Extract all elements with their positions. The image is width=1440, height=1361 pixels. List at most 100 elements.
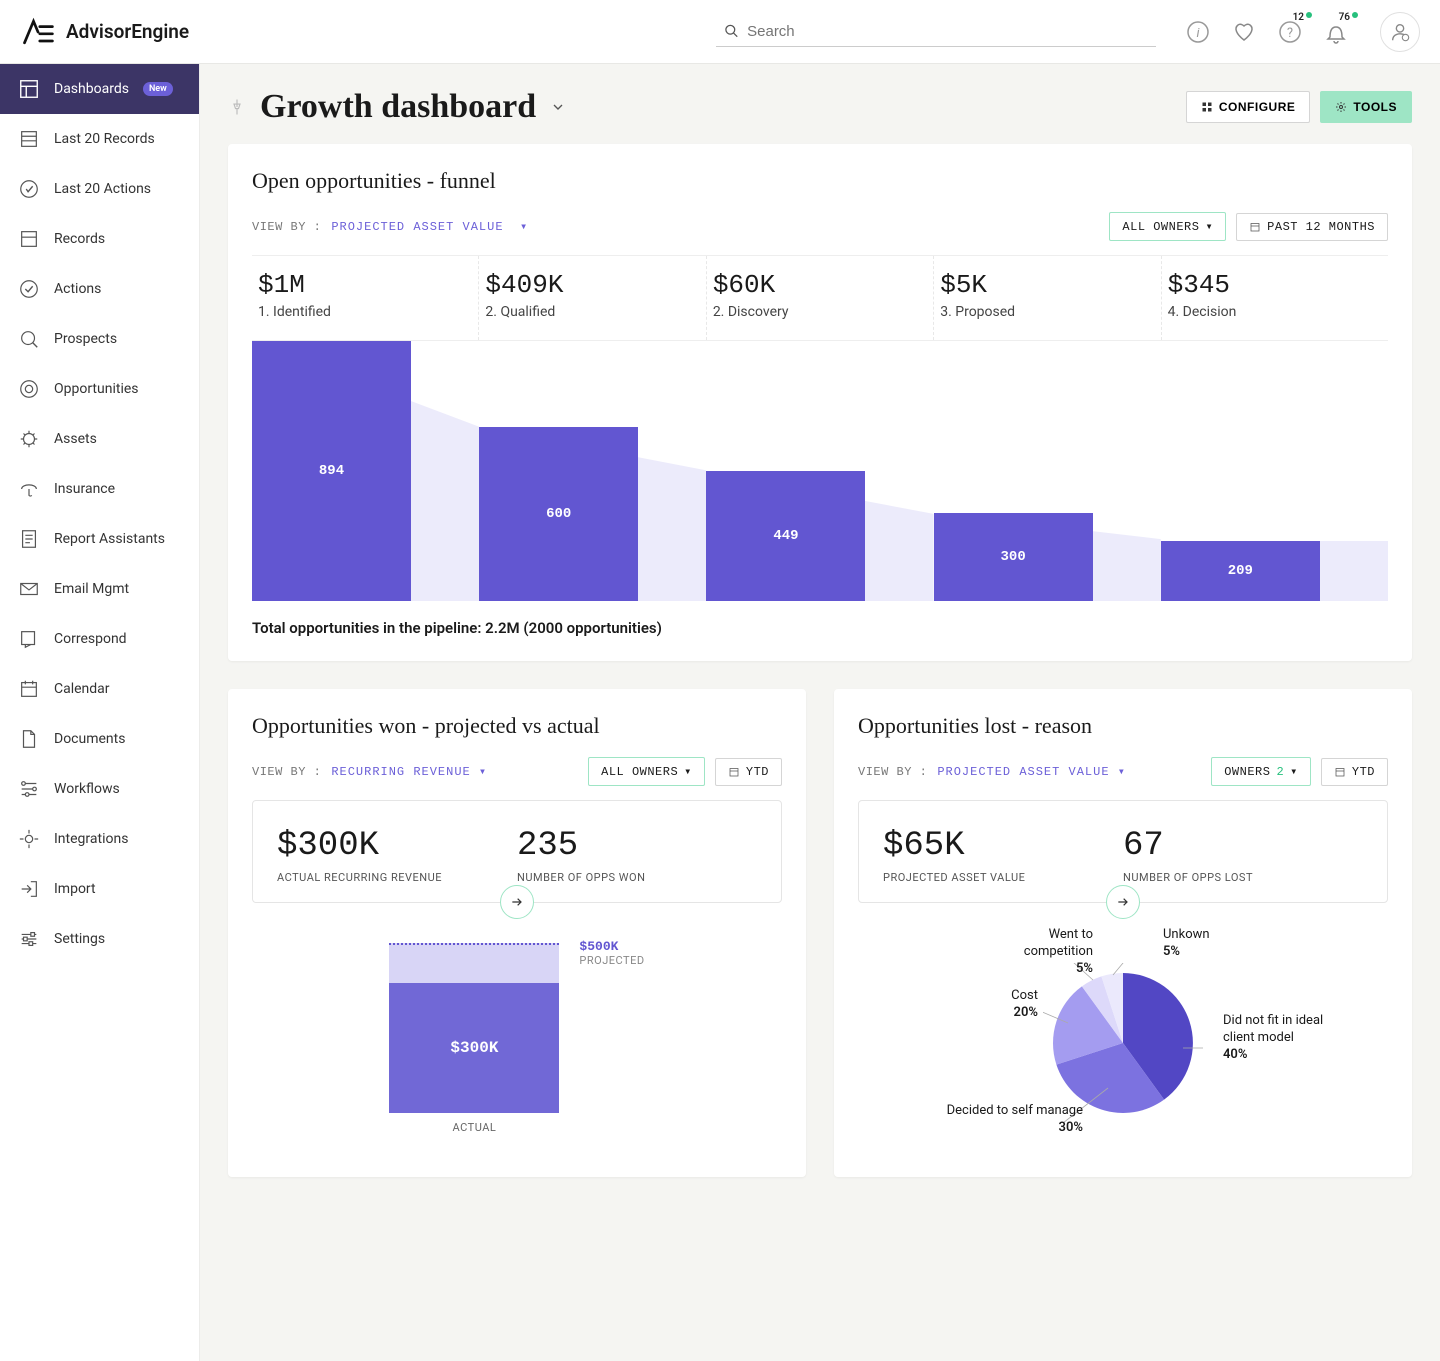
search-icon [724, 23, 739, 39]
sidebar-item-label: Actions [54, 281, 101, 297]
pin-icon[interactable] [228, 98, 246, 116]
calendar-icon [728, 766, 740, 778]
sidebar-item-settings[interactable]: Settings [0, 914, 199, 964]
sidebar-item-emailmgmt[interactable]: Email Mgmt [0, 564, 199, 614]
won-count: 235 [517, 827, 757, 865]
pie-label-fit: Did not fit in ideal client model40% [1223, 1013, 1333, 1064]
help-icon[interactable]: ? 12 [1278, 20, 1302, 44]
dashboard-icon [18, 78, 40, 100]
won-kpi-box: $300K ACTUAL RECURRING REVENUE 235 NUMBE… [252, 800, 782, 903]
gear-icon [1335, 101, 1347, 113]
sidebar-item-records[interactable]: Records [0, 214, 199, 264]
document-icon [18, 728, 40, 750]
sidebar-item-opportunities[interactable]: Opportunities [0, 364, 199, 414]
lost-count: 67 [1123, 827, 1363, 865]
actual-bar: $300K [389, 983, 559, 1113]
user-avatar[interactable] [1380, 12, 1420, 52]
configure-label: CONFIGURE [1219, 100, 1296, 114]
view-by-label: VIEW BY : [252, 765, 321, 779]
sidebar-item-calendar[interactable]: Calendar [0, 664, 199, 714]
owners-dropdown[interactable]: ALL OWNERS ▾ [1109, 212, 1226, 241]
page-title: Growth dashboard [260, 88, 536, 126]
won-range-dropdown[interactable]: YTD [715, 758, 782, 786]
global-search[interactable] [716, 17, 1156, 47]
sidebar-item-label: Integrations [54, 831, 128, 847]
expand-button[interactable] [500, 885, 534, 919]
actions-icon [18, 178, 40, 200]
pie-label-self: Decided to self manage30% [903, 1103, 1083, 1137]
date-range-dropdown[interactable]: PAST 12 MONTHS [1236, 213, 1388, 241]
lost-asset-value-label: PROJECTED ASSET VALUE [883, 871, 1123, 884]
won-title: Opportunities won - projected vs actual [252, 713, 782, 739]
lost-title: Opportunities lost - reason [858, 713, 1388, 739]
sidebar-item-workflows[interactable]: Workflows [0, 764, 199, 814]
pipeline-total: Total opportunities in the pipeline: 2.2… [252, 619, 1388, 637]
sidebar-item-actions[interactable]: Actions [0, 264, 199, 314]
sidebar-item-assets[interactable]: Assets [0, 414, 199, 464]
sidebar-item-label: Settings [54, 931, 105, 947]
arrow-right-icon [509, 894, 525, 910]
sidebar-item-label: Correspond [54, 631, 127, 647]
won-owners-dropdown[interactable]: ALL OWNERS ▾ [588, 757, 705, 786]
lost-owners-dropdown[interactable]: OWNERS 2 ▾ [1211, 757, 1311, 786]
sidebar-item-label: Email Mgmt [54, 581, 129, 597]
actual-caption: ACTUAL [389, 1121, 559, 1134]
lost-range-dropdown[interactable]: YTD [1321, 758, 1388, 786]
records-icon [18, 128, 40, 150]
search-input[interactable] [747, 23, 1148, 40]
sidebar-item-reportassistants[interactable]: Report Assistants [0, 514, 199, 564]
brand-logo: AdvisorEngine [20, 14, 189, 50]
heart-icon[interactable] [1232, 20, 1256, 44]
opportunities-won-card: Opportunities won - projected vs actual … [228, 689, 806, 1177]
lost-kpi-box: $65K PROJECTED ASSET VALUE 67 NUMBER OF … [858, 800, 1388, 903]
settings-icon [18, 928, 40, 950]
search-user-icon [18, 328, 40, 350]
chevron-down-icon[interactable] [550, 99, 566, 115]
assets-icon [18, 428, 40, 450]
svg-text:i: i [1196, 26, 1200, 41]
import-icon [18, 878, 40, 900]
correspond-icon [18, 628, 40, 650]
funnel-stage-2: $409K 2. Qualified [479, 256, 706, 340]
mail-icon [18, 578, 40, 600]
sidebar-item-last20actions[interactable]: Last 20 Actions [0, 164, 199, 214]
arrow-right-icon [1115, 894, 1131, 910]
topbar: AdvisorEngine i ? 12 76 [0, 0, 1440, 64]
sidebar-item-label: Calendar [54, 681, 110, 697]
won-viewby-dropdown[interactable]: RECURRING REVENUE ▾ [331, 764, 487, 779]
target-icon [18, 378, 40, 400]
sidebar-item-prospects[interactable]: Prospects [0, 314, 199, 364]
sidebar: Dashboards New Last 20 Records Last 20 A… [0, 64, 200, 1361]
sidebar-item-label: Opportunities [54, 381, 139, 397]
logo-icon [20, 14, 56, 50]
records2-icon [18, 228, 40, 250]
funnel-card: Open opportunities - funnel VIEW BY : PR… [228, 144, 1412, 661]
new-badge: New [143, 82, 173, 96]
sidebar-item-label: Report Assistants [54, 531, 165, 547]
funnel-stage-5: $345 4. Decision [1162, 256, 1388, 340]
funnel-stage-3: $60K 2. Discovery [707, 256, 934, 340]
opportunities-lost-card: Opportunities lost - reason VIEW BY : PR… [834, 689, 1412, 1177]
info-icon[interactable]: i [1186, 20, 1210, 44]
view-by-label: VIEW BY : [252, 220, 321, 234]
sidebar-item-dashboards[interactable]: Dashboards New [0, 64, 199, 114]
sidebar-item-documents[interactable]: Documents [0, 714, 199, 764]
configure-button[interactable]: CONFIGURE [1186, 91, 1311, 123]
bell-icon[interactable]: 76 [1324, 20, 1348, 44]
calendar-icon [18, 678, 40, 700]
report-icon [18, 528, 40, 550]
lost-pie-chart: Went to competition5% Unkown5% Cost20% D… [858, 933, 1388, 1153]
pie-label-unknown: Unkown5% [1163, 927, 1243, 961]
expand-button[interactable] [1106, 885, 1140, 919]
sidebar-item-integrations[interactable]: Integrations [0, 814, 199, 864]
sidebar-item-label: Workflows [54, 781, 120, 797]
sidebar-item-last20records[interactable]: Last 20 Records [0, 114, 199, 164]
sidebar-item-insurance[interactable]: Insurance [0, 464, 199, 514]
workflow-icon [18, 778, 40, 800]
tools-button[interactable]: TOOLS [1320, 91, 1412, 123]
sidebar-item-correspond[interactable]: Correspond [0, 614, 199, 664]
lost-viewby-dropdown[interactable]: PROJECTED ASSET VALUE ▾ [937, 764, 1126, 779]
sidebar-item-label: Records [54, 231, 105, 247]
view-by-dropdown[interactable]: PROJECTED ASSET VALUE ▾ [331, 219, 528, 234]
sidebar-item-import[interactable]: Import [0, 864, 199, 914]
